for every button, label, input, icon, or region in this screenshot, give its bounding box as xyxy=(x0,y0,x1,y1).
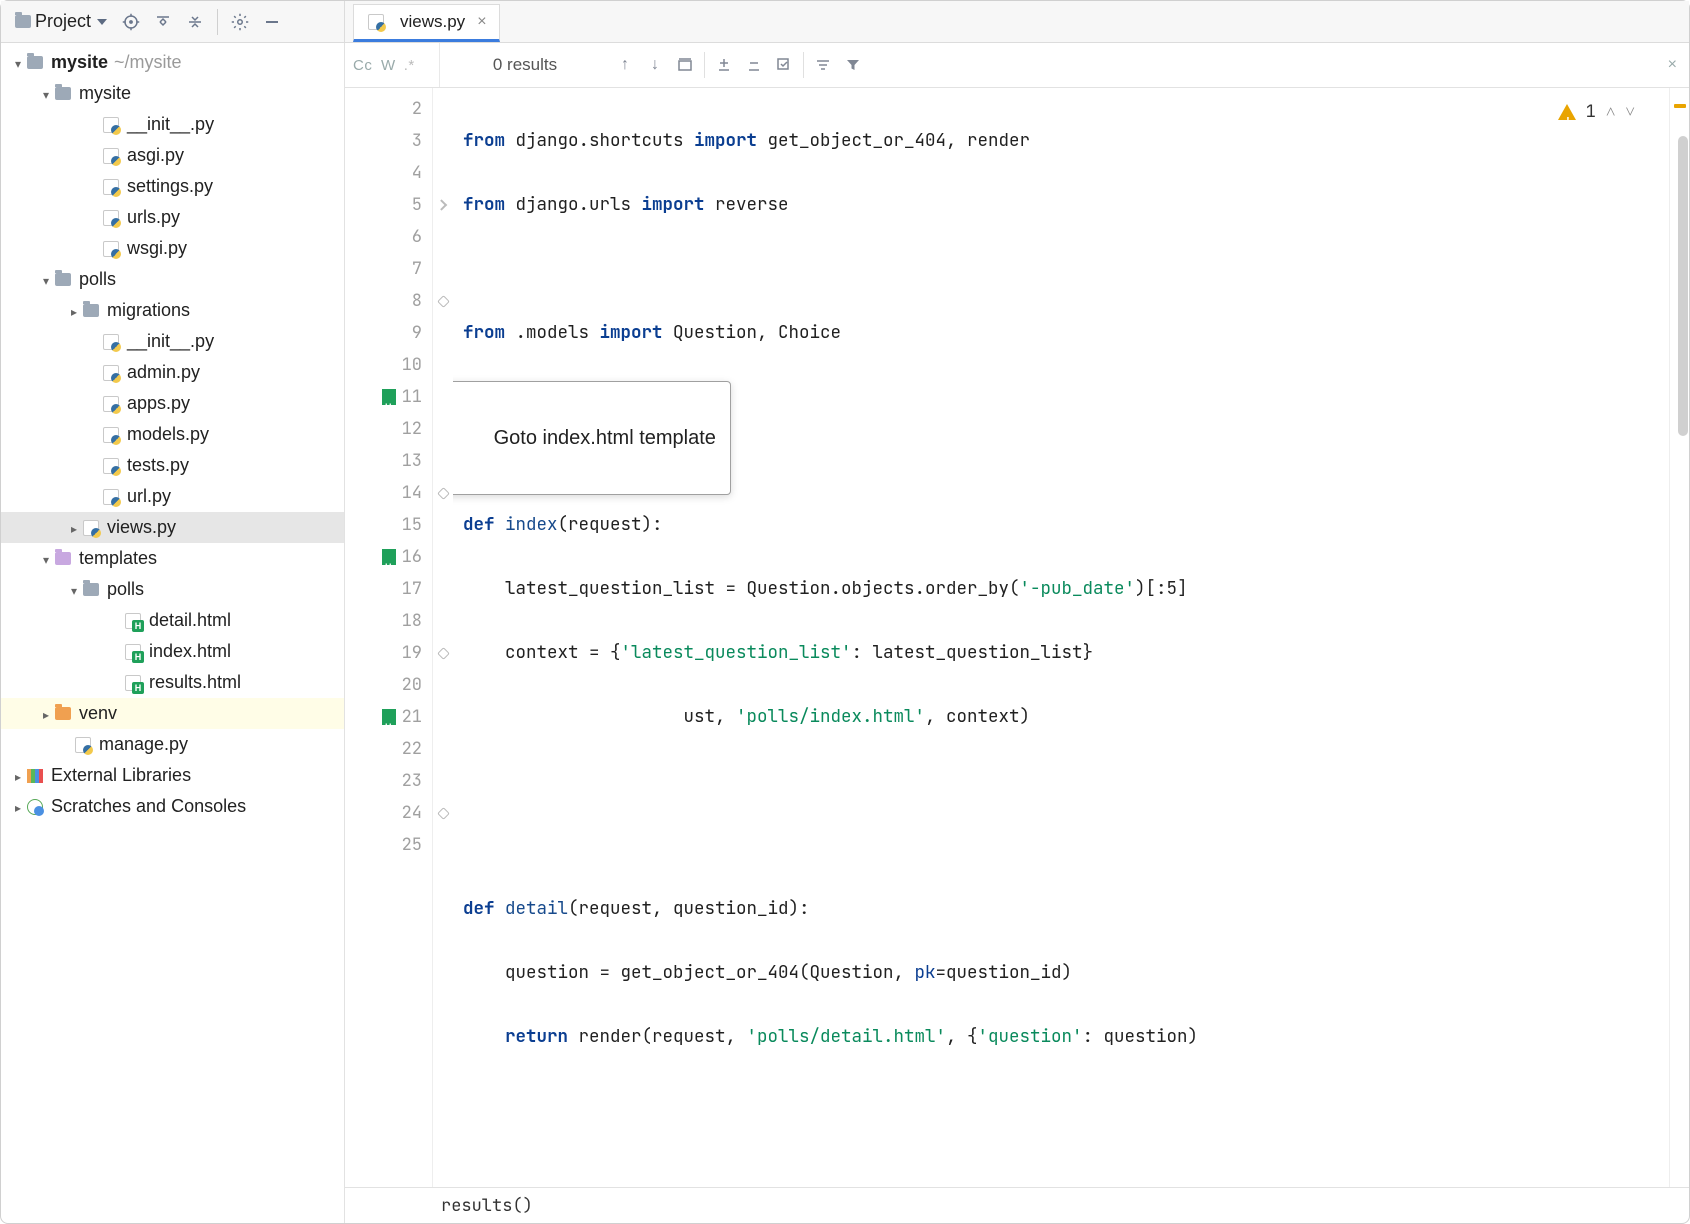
tree-file[interactable]: manage.py xyxy=(1,729,344,760)
folder-icon xyxy=(83,304,99,317)
project-label: Project xyxy=(35,11,91,32)
tree-file[interactable]: url.py xyxy=(1,481,344,512)
tree-file[interactable]: __init__.py xyxy=(1,109,344,140)
warning-mark-icon[interactable] xyxy=(1674,104,1686,108)
tree-file[interactable]: settings.py xyxy=(1,171,344,202)
main-split: mysite~/mysite mysite __init__.py asgi.p… xyxy=(1,43,1689,1223)
dropdown-triangle-icon xyxy=(97,19,107,25)
tree-venv[interactable]: venv xyxy=(1,698,344,729)
project-folder-icon xyxy=(15,15,31,28)
template-gutter-icon[interactable] xyxy=(382,549,396,565)
tree-file[interactable]: index.html xyxy=(1,636,344,667)
tab-label: views.py xyxy=(400,12,465,32)
python-file-icon xyxy=(75,737,91,753)
collapse-all-icon[interactable] xyxy=(181,8,209,36)
expand-all-icon[interactable] xyxy=(149,8,177,36)
goto-template-tooltip: Goto index.html template xyxy=(453,381,731,495)
prev-match-icon[interactable]: ↑ xyxy=(610,50,640,80)
tree-migrations[interactable]: migrations xyxy=(1,295,344,326)
python-file-icon xyxy=(103,148,119,164)
python-file-icon xyxy=(83,520,99,536)
add-selection-icon[interactable] xyxy=(709,50,739,80)
search-results-count: 0 results xyxy=(440,55,610,75)
tree-file[interactable]: __init__.py xyxy=(1,326,344,357)
python-file-icon xyxy=(368,14,384,30)
folder-icon xyxy=(27,56,43,69)
search-mode-toggles[interactable]: Cc W.* xyxy=(345,43,440,87)
tree-file[interactable]: urls.py xyxy=(1,202,344,233)
python-file-icon xyxy=(103,427,119,443)
html-file-icon xyxy=(125,675,141,691)
folder-icon xyxy=(83,583,99,596)
select-all-occurrences-icon[interactable] xyxy=(769,50,799,80)
minimize-icon[interactable] xyxy=(258,8,286,36)
filter-settings-icon[interactable] xyxy=(808,50,838,80)
prev-problem-icon[interactable]: ˄ xyxy=(1606,96,1616,128)
select-all-icon[interactable] xyxy=(670,50,700,80)
next-match-icon[interactable]: ↓ xyxy=(640,50,670,80)
close-search-icon[interactable]: × xyxy=(1668,56,1677,74)
venv-folder-icon xyxy=(55,707,71,720)
line-gutter: 2 3 4 5 6 7 8 9 10 11 12 13 14 15 16 17 … xyxy=(345,88,433,1187)
toolbar-separator xyxy=(217,9,218,35)
folder-icon xyxy=(55,87,71,100)
tree-file[interactable]: admin.py xyxy=(1,357,344,388)
tree-file[interactable]: apps.py xyxy=(1,388,344,419)
fold-markers xyxy=(433,88,453,1187)
filter-icon[interactable] xyxy=(838,50,868,80)
project-tree: mysite~/mysite mysite __init__.py asgi.p… xyxy=(1,43,345,1223)
tree-mysite-pkg[interactable]: mysite xyxy=(1,78,344,109)
next-problem-icon[interactable]: ˅ xyxy=(1625,96,1635,128)
gear-icon[interactable] xyxy=(226,8,254,36)
tree-root[interactable]: mysite~/mysite xyxy=(1,47,344,78)
vertical-scrollbar[interactable] xyxy=(1677,128,1689,1067)
tab-views-py[interactable]: views.py × xyxy=(353,4,500,42)
inspections-widget[interactable]: 1 ˄ ˅ xyxy=(1554,94,1639,130)
template-gutter-icon[interactable] xyxy=(382,389,396,405)
tree-external-libraries[interactable]: External Libraries xyxy=(1,760,344,791)
html-file-icon xyxy=(125,613,141,629)
top-toolbar: Project views.py × xyxy=(1,1,1689,43)
tree-templates[interactable]: templates xyxy=(1,543,344,574)
remove-selection-icon[interactable] xyxy=(739,50,769,80)
python-file-icon xyxy=(103,334,119,350)
tree-file[interactable]: tests.py xyxy=(1,450,344,481)
tree-polls[interactable]: polls xyxy=(1,264,344,295)
html-file-icon xyxy=(125,644,141,660)
project-toolbar: Project xyxy=(1,1,345,42)
python-file-icon xyxy=(103,241,119,257)
tree-file[interactable]: results.html xyxy=(1,667,344,698)
libraries-icon xyxy=(27,769,43,783)
python-file-icon xyxy=(103,179,119,195)
tree-scratches[interactable]: Scratches and Consoles xyxy=(1,791,344,822)
scratches-icon xyxy=(27,799,43,815)
tree-file-views-selected[interactable]: views.py xyxy=(1,512,344,543)
template-gutter-icon[interactable] xyxy=(382,709,396,725)
warning-triangle-icon xyxy=(1558,104,1576,120)
python-file-icon xyxy=(103,489,119,505)
search-bar: Cc W.* 0 results ↑ ↓ × xyxy=(345,43,1689,88)
code-area[interactable]: 2 3 4 5 6 7 8 9 10 11 12 13 14 15 16 17 … xyxy=(345,88,1689,1187)
tree-file[interactable]: asgi.py xyxy=(1,140,344,171)
tree-file[interactable]: wsgi.py xyxy=(1,233,344,264)
python-file-icon xyxy=(103,396,119,412)
editor-tabs: views.py × xyxy=(345,1,1689,42)
close-tab-icon[interactable]: × xyxy=(477,13,486,31)
code-text[interactable]: from django.shortcuts import get_object_… xyxy=(453,88,1669,1187)
tree-templates-polls[interactable]: polls xyxy=(1,574,344,605)
python-file-icon xyxy=(103,210,119,226)
python-file-icon xyxy=(103,365,119,381)
python-file-icon xyxy=(103,458,119,474)
editor-pane: Cc W.* 0 results ↑ ↓ × 2 3 4 5 6 7 8 9 xyxy=(345,43,1689,1223)
target-icon[interactable] xyxy=(117,8,145,36)
templates-folder-icon xyxy=(55,552,71,565)
python-file-icon xyxy=(103,117,119,133)
breadcrumb-bar[interactable]: results() xyxy=(345,1187,1689,1223)
tree-file[interactable]: detail.html xyxy=(1,605,344,636)
tree-file[interactable]: models.py xyxy=(1,419,344,450)
project-dropdown[interactable]: Project xyxy=(9,9,113,34)
folder-icon xyxy=(55,273,71,286)
